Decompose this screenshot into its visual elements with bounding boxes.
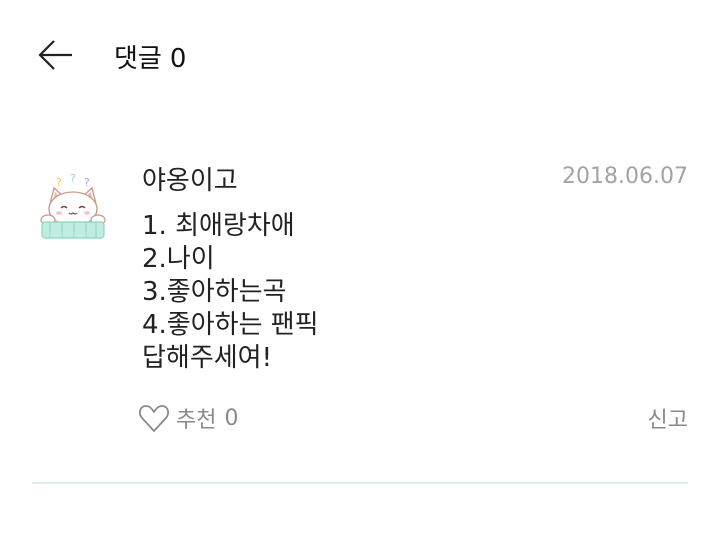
comment-date: 2018.06.07: [562, 164, 688, 189]
report-button[interactable]: 신고: [648, 402, 688, 434]
svg-text:?: ?: [56, 176, 62, 189]
avatar[interactable]: ? ? ?: [34, 164, 112, 242]
comment-line: 1. 최애랑차애: [142, 211, 295, 241]
comment-line: 답해주세여!: [142, 343, 273, 373]
back-button[interactable]: [34, 36, 78, 76]
comment-item: ? ? ? 야옹이고 2018.06.07 1. 최애랑차애 2.나이 3.좋아…: [0, 150, 720, 485]
top-bar: 댓글 0: [0, 0, 720, 110]
comment-line: 2.나이: [142, 244, 215, 274]
heart-outline-icon: [139, 405, 169, 432]
comment-author[interactable]: 야옹이고: [142, 160, 238, 197]
page-title-label: 댓글: [114, 44, 162, 74]
svg-text:?: ?: [70, 172, 76, 185]
svg-text:?: ?: [84, 176, 90, 189]
page-title: 댓글 0: [114, 38, 186, 75]
arrow-left-icon: [38, 40, 72, 70]
divider: [32, 482, 688, 484]
comment-count: 0: [169, 44, 187, 74]
cat-avatar-icon: ? ? ?: [40, 172, 106, 239]
like-button[interactable]: 추천 0: [138, 400, 238, 436]
comment-line: 4.좋아하는 팬픽: [142, 310, 319, 340]
like-count: 0: [224, 405, 239, 431]
comment-line: 3.좋아하는곡: [142, 277, 287, 307]
like-label: 추천: [176, 408, 217, 433]
comment-body: 1. 최애랑차애 2.나이 3.좋아하는곡 4.좋아하는 팬픽 답해주세여!: [142, 210, 662, 375]
